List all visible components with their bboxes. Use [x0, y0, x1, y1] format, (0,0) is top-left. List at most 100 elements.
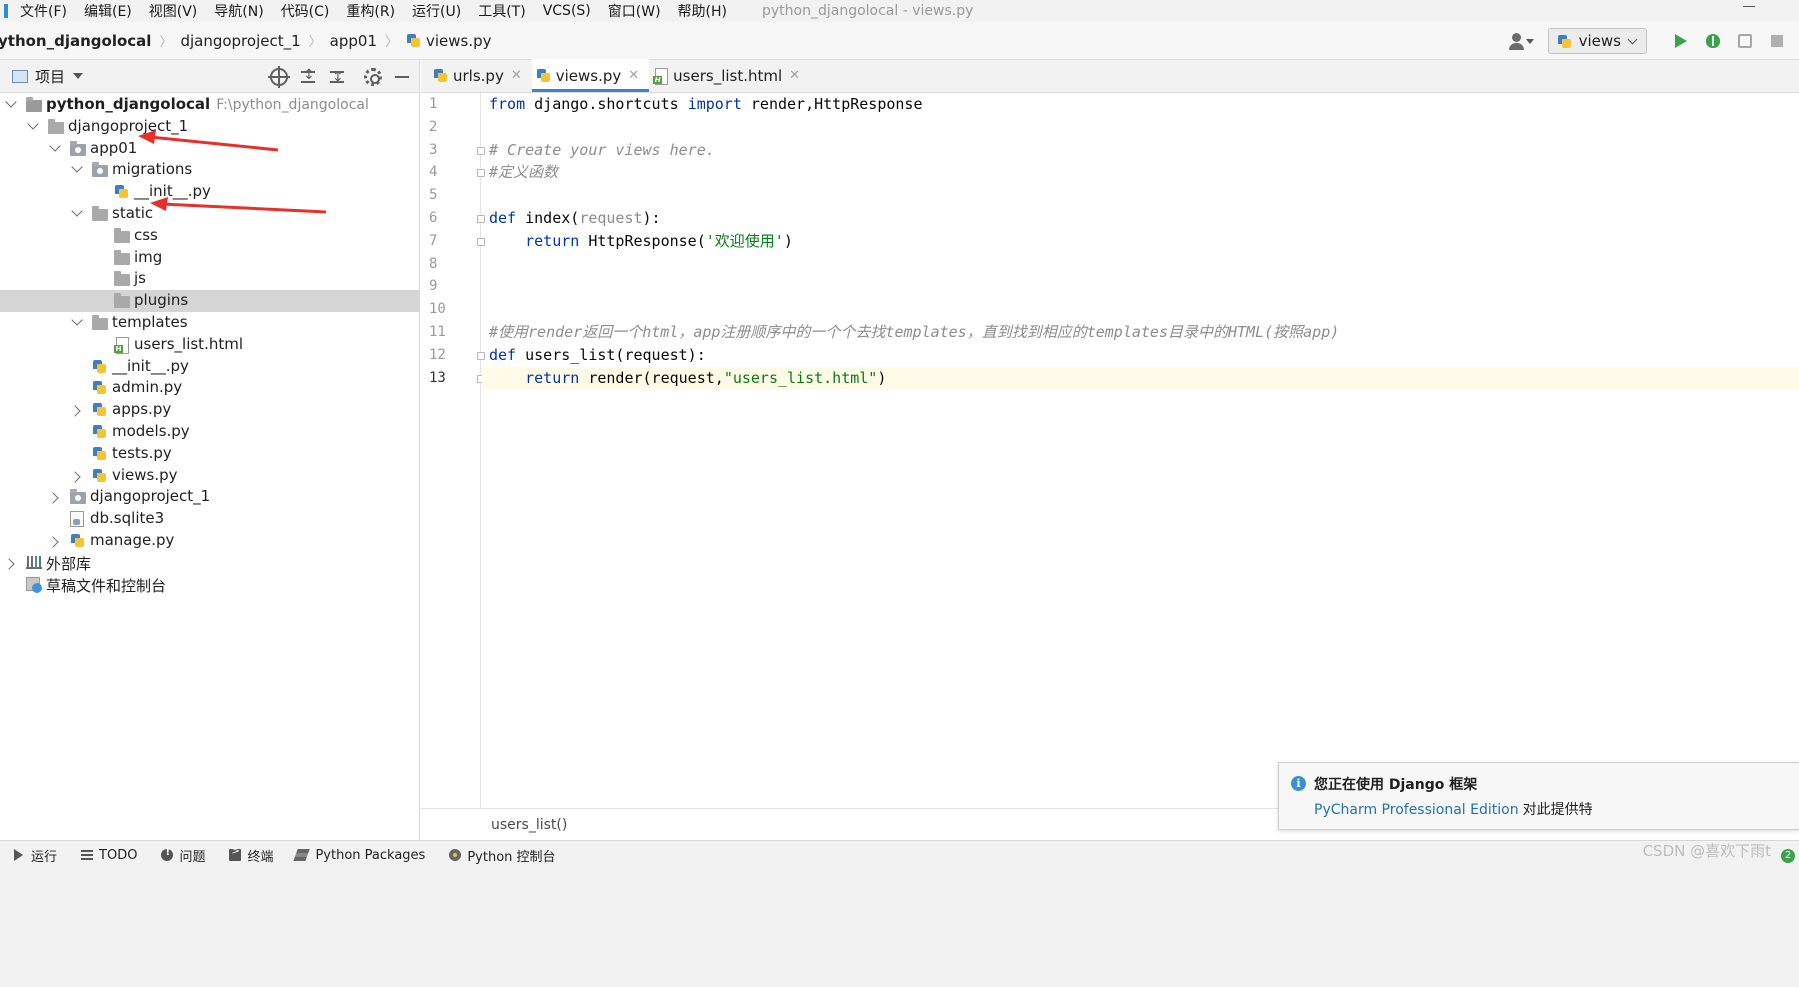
- tree-item[interactable]: python_djangolocal F:\python_djangolocal: [0, 94, 419, 116]
- tab-views-py[interactable]: views.py ✕: [531, 59, 650, 92]
- stop-button[interactable]: [1765, 29, 1789, 53]
- tree-item[interactable]: views.py: [0, 465, 419, 487]
- close-icon[interactable]: ✕: [789, 68, 800, 83]
- code-line[interactable]: [482, 275, 1799, 298]
- tree-item[interactable]: tests.py: [0, 443, 419, 465]
- tool-tab-terminal[interactable]: 终端: [229, 846, 273, 865]
- current-function-context[interactable]: users_list(): [491, 817, 567, 833]
- tab-urls-py[interactable]: urls.py ✕: [429, 59, 532, 92]
- menu-view[interactable]: 视图(V): [149, 1, 198, 21]
- notification-link[interactable]: PyCharm Professional Edition: [1314, 802, 1519, 818]
- menu-window[interactable]: 窗口(W): [608, 1, 661, 21]
- tree-item[interactable]: djangoproject_1: [0, 486, 419, 508]
- run-button[interactable]: [1669, 29, 1693, 53]
- chevron-right-icon[interactable]: [69, 405, 81, 417]
- breadcrumb-djangoproject[interactable]: djangoproject_1: [180, 32, 300, 50]
- tree-item[interactable]: admin.py: [0, 377, 419, 399]
- code-line[interactable]: from django.shortcuts import render,Http…: [482, 93, 1799, 116]
- menu-code[interactable]: 代码(C): [281, 1, 330, 21]
- tree-item[interactable]: templates: [0, 312, 419, 334]
- tool-tab-label: 终端: [247, 849, 274, 865]
- code-token: HttpResponse(: [579, 231, 706, 250]
- code-line[interactable]: def users_list(request):: [482, 344, 1799, 367]
- chevron-down-icon[interactable]: [71, 314, 83, 326]
- tree-item[interactable]: migrations: [0, 159, 419, 181]
- locate-file-icon[interactable]: [268, 65, 290, 88]
- code-line[interactable]: return HttpResponse('欢迎使用'): [482, 230, 1799, 253]
- chevron-down-icon[interactable]: [71, 161, 83, 174]
- code-line[interactable]: return render(request,"users_list.html"): [482, 366, 1799, 390]
- breadcrumb-views-file[interactable]: views.py: [406, 32, 492, 50]
- menu-edit[interactable]: 编辑(E): [84, 1, 132, 21]
- code-token: return: [525, 231, 580, 250]
- code-line[interactable]: [482, 116, 1799, 139]
- menu-file[interactable]: 文件(F): [20, 1, 67, 21]
- tool-tab-problems[interactable]: 问题: [161, 846, 205, 865]
- code-line[interactable]: def index(request):: [482, 207, 1799, 230]
- code-line[interactable]: #定义函数: [482, 161, 1799, 184]
- code-line[interactable]: [482, 253, 1799, 276]
- tree-item[interactable]: 草稿文件和控制台: [0, 574, 419, 596]
- code-editor[interactable]: from django.shortcuts import render,Http…: [482, 93, 1799, 808]
- gear-icon[interactable]: [364, 67, 382, 86]
- chevron-right-icon[interactable]: [47, 492, 59, 505]
- code-token: render(request,: [579, 368, 724, 387]
- tree-item[interactable]: db.sqlite3: [0, 508, 419, 530]
- tree-item[interactable]: js: [0, 268, 419, 290]
- menu-refactor[interactable]: 重构(R): [346, 1, 395, 21]
- chevron-down-icon[interactable]: [71, 205, 83, 217]
- chevron-right-icon[interactable]: [69, 470, 81, 483]
- tree-item[interactable]: css: [0, 225, 419, 247]
- tool-tab-python-console[interactable]: Python 控制台: [449, 846, 556, 865]
- code-line[interactable]: [482, 298, 1799, 321]
- tree-item[interactable]: img: [0, 247, 419, 269]
- expand-all-icon[interactable]: [299, 67, 317, 86]
- tree-item[interactable]: manage.py: [0, 530, 419, 552]
- minimize-icon[interactable]: [1743, 6, 1755, 7]
- hide-panel-icon[interactable]: [393, 68, 411, 86]
- chevron-down-icon[interactable]: [5, 96, 17, 108]
- tool-tab-python-packages[interactable]: Python Packages: [297, 848, 425, 863]
- code-token: return: [525, 368, 580, 387]
- tab-users-list-html[interactable]: users_list.html ✕: [649, 59, 810, 92]
- close-icon[interactable]: ✕: [628, 68, 639, 83]
- tool-tab-todo[interactable]: TODO: [81, 848, 137, 863]
- project-title[interactable]: 项目: [35, 66, 65, 87]
- tree-item[interactable]: models.py: [0, 421, 419, 443]
- collapse-all-icon[interactable]: [328, 68, 346, 86]
- line-number-gutter: 1 2 3 4 5 6 7 8 9 10 11 12 13: [421, 93, 485, 808]
- menu-help[interactable]: 帮助(H): [678, 1, 727, 21]
- chevron-down-icon[interactable]: [27, 118, 39, 130]
- tree-item[interactable]: apps.py: [0, 399, 419, 421]
- coverage-button[interactable]: [1733, 29, 1757, 53]
- tree-item[interactable]: __init__.py: [0, 356, 419, 378]
- tree-item[interactable]: app01: [0, 138, 419, 160]
- tree-item[interactable]: 外部库: [0, 552, 419, 574]
- run-configuration-select[interactable]: views: [1547, 28, 1647, 54]
- chevron-right-icon[interactable]: [3, 558, 15, 570]
- tree-item[interactable]: users_list.html: [0, 334, 419, 356]
- breadcrumb-project[interactable]: ython_djangolocal: [0, 32, 151, 50]
- tree-item[interactable]: djangoproject_1: [0, 116, 419, 138]
- menu-run[interactable]: 运行(U): [412, 1, 461, 21]
- close-icon[interactable]: ✕: [511, 68, 522, 83]
- chevron-right-icon[interactable]: [47, 536, 59, 548]
- code-line[interactable]: # Create your views here.: [482, 139, 1799, 162]
- caret-down-icon[interactable]: [73, 73, 84, 79]
- debug-button[interactable]: [1701, 29, 1725, 53]
- tree-item[interactable]: __init__.py: [0, 181, 419, 203]
- tree-item[interactable]: plugins: [0, 290, 419, 313]
- event-log-badge[interactable]: 2: [1781, 849, 1795, 863]
- account-icon[interactable]: [1508, 31, 1534, 51]
- python-file-icon: [536, 68, 551, 83]
- chevron-down-icon[interactable]: [49, 139, 61, 152]
- breadcrumb-app01[interactable]: app01: [330, 32, 377, 50]
- code-line[interactable]: #使用render返回一个html，app注册顺序中的一个个去找template…: [482, 321, 1799, 344]
- menu-navigate[interactable]: 导航(N): [214, 1, 263, 21]
- tree-item[interactable]: static: [0, 203, 419, 225]
- breadcrumb-separator-icon: 〉: [159, 35, 173, 50]
- menu-vcs[interactable]: VCS(S): [543, 3, 591, 19]
- menu-tools[interactable]: 工具(T): [478, 1, 525, 21]
- tool-tab-run[interactable]: 运行: [14, 846, 57, 865]
- code-line[interactable]: [482, 184, 1799, 207]
